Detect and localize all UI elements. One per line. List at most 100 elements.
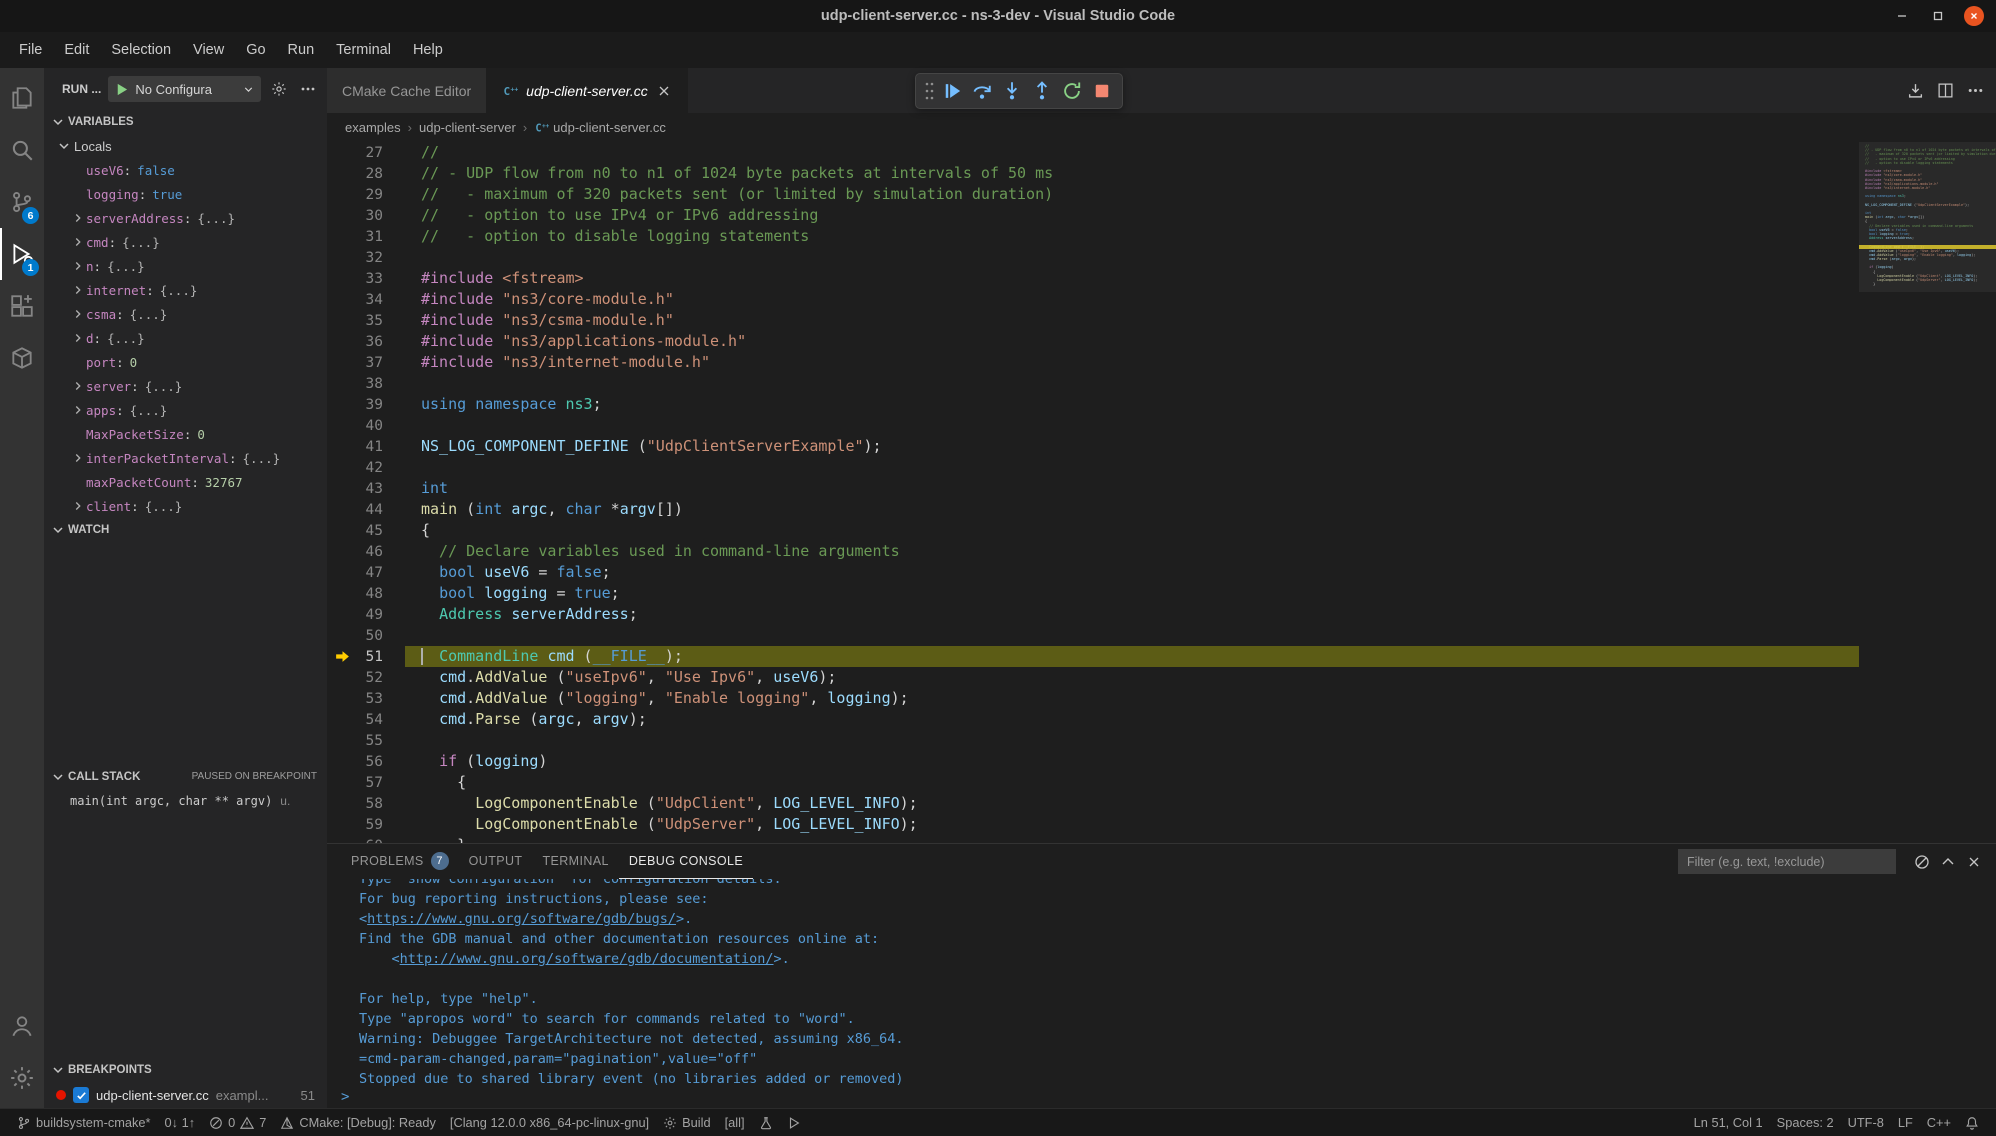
menu-edit[interactable]: Edit [53, 36, 100, 64]
breadcrumb-item[interactable]: examples [345, 120, 401, 135]
status-cursor-position[interactable]: Ln 51, Col 1 [1687, 1109, 1770, 1136]
close-icon[interactable] [656, 83, 672, 99]
debug-step-into-button[interactable] [997, 76, 1027, 106]
status-cmake-launch[interactable] [780, 1109, 808, 1136]
run-more-actions-icon[interactable] [297, 78, 319, 100]
variable-row[interactable]: cmd:{...} [44, 230, 327, 254]
menu-view[interactable]: View [182, 36, 235, 64]
panel-tab-terminal[interactable]: TERMINAL [532, 844, 618, 879]
code-line-text[interactable]: NS_LOG_COMPONENT_DEFINE ("UdpClientServe… [405, 436, 1996, 457]
code-line-text[interactable] [405, 625, 1996, 646]
line-gutter[interactable]: 35 [327, 310, 405, 331]
breakpoint-checkbox[interactable] [73, 1087, 89, 1103]
callstack-section-header[interactable]: CALL STACK PAUSED ON BREAKPOINT [44, 765, 327, 789]
line-gutter[interactable]: 36 [327, 331, 405, 352]
breakpoints-section-header[interactable]: BREAKPOINTS [44, 1058, 327, 1082]
more-actions-icon[interactable] [1967, 82, 1984, 99]
code-line-text[interactable]: cmd.AddValue ("useIpv6", "Use Ipv6", use… [405, 667, 1996, 688]
watch-section-header[interactable]: WATCH [44, 518, 327, 542]
line-gutter[interactable]: 48 [327, 583, 405, 604]
line-gutter[interactable]: 46 [327, 541, 405, 562]
start-debug-icon[interactable] [114, 82, 129, 97]
debug-continue-button[interactable] [937, 76, 967, 106]
activity-manage[interactable] [0, 1052, 44, 1104]
scope-locals[interactable]: Locals [44, 134, 327, 158]
callstack-frame[interactable]: main(int argc, char ** argv) u. [44, 789, 327, 813]
status-notifications[interactable] [1958, 1109, 1986, 1136]
line-gutter[interactable]: 56 [327, 751, 405, 772]
menu-selection[interactable]: Selection [100, 36, 182, 64]
grip-icon[interactable] [921, 76, 937, 106]
code-line-text[interactable]: // Declare variables used in command-lin… [405, 541, 1996, 562]
breadcrumb-file[interactable]: C++udp-client-server.cc [534, 120, 666, 135]
code-line-text[interactable]: #include <fstream> [405, 268, 1996, 289]
activity-explorer[interactable] [0, 72, 44, 124]
close-icon[interactable] [1966, 854, 1982, 870]
status-cmake-build[interactable]: Build [656, 1109, 717, 1136]
code-line-text[interactable]: Address serverAddress; [405, 604, 1996, 625]
variable-row[interactable]: n:{...} [44, 254, 327, 278]
console-filter-input[interactable] [1678, 849, 1896, 874]
line-gutter[interactable]: 49 [327, 604, 405, 625]
debug-step-over-button[interactable] [967, 76, 997, 106]
code-line-text[interactable]: // [405, 142, 1996, 163]
menu-go[interactable]: Go [235, 36, 276, 64]
download-icon[interactable] [1907, 82, 1924, 99]
status-cmake-target[interactable]: [all] [718, 1109, 752, 1136]
code-line-text[interactable]: #include "ns3/applications-module.h" [405, 331, 1996, 352]
line-gutter[interactable]: 47 [327, 562, 405, 583]
status-problems[interactable]: 07 [202, 1109, 273, 1136]
breadcrumb-item[interactable]: udp-client-server [419, 120, 516, 135]
variable-row[interactable]: client:{...} [44, 494, 327, 518]
variable-row[interactable]: MaxPacketSize:0 [44, 422, 327, 446]
maximize-icon[interactable] [1928, 6, 1948, 26]
line-gutter[interactable]: 31 [327, 226, 405, 247]
menu-run[interactable]: Run [277, 36, 326, 64]
status-cmake-test[interactable] [752, 1109, 780, 1136]
status-cmake-status[interactable]: CMake: [Debug]: Ready [273, 1109, 443, 1136]
variable-row[interactable]: interPacketInterval:{...} [44, 446, 327, 470]
status-language-mode[interactable]: C++ [1920, 1109, 1958, 1136]
code-line-text[interactable]: } [405, 835, 1996, 843]
line-gutter[interactable]: 57 [327, 772, 405, 793]
variable-row[interactable]: port:0 [44, 350, 327, 374]
line-gutter[interactable]: 41 [327, 436, 405, 457]
debug-step-out-button[interactable] [1027, 76, 1057, 106]
line-gutter[interactable]: 58 [327, 793, 405, 814]
status-encoding[interactable]: UTF-8 [1841, 1109, 1891, 1136]
code-line-text[interactable]: // - option to use IPv4 or IPv6 addressi… [405, 205, 1996, 226]
activity-run-and-debug[interactable]: 1 [0, 228, 44, 280]
code-line-text[interactable]: #include "ns3/csma-module.h" [405, 310, 1996, 331]
variable-row[interactable]: d:{...} [44, 326, 327, 350]
code-line-text[interactable]: // - UDP flow from n0 to n1 of 1024 byte… [405, 163, 1996, 184]
code-line-text[interactable]: main (int argc, char *argv[]) [405, 499, 1996, 520]
panel-tab-output[interactable]: OUTPUT [459, 844, 533, 879]
menu-terminal[interactable]: Terminal [325, 36, 402, 64]
line-gutter[interactable]: 50 [327, 625, 405, 646]
line-gutter[interactable]: 60 [327, 835, 405, 843]
status-cmake-kit[interactable]: [Clang 12.0.0 x86_64-pc-linux-gnu] [443, 1109, 656, 1136]
code-line-text[interactable]: LogComponentEnable ("UdpServer", LOG_LEV… [405, 814, 1996, 835]
console-link[interactable]: http://www.gnu.org/software/gdb/document… [400, 951, 774, 967]
code-line-text[interactable]: { [405, 772, 1996, 793]
line-gutter[interactable]: 55 [327, 730, 405, 751]
split-editor-icon[interactable] [1937, 82, 1954, 99]
variable-row[interactable]: useV6:false [44, 158, 327, 182]
code-line-text[interactable]: // - option to disable logging statement… [405, 226, 1996, 247]
variable-row[interactable]: apps:{...} [44, 398, 327, 422]
line-gutter[interactable]: 40 [327, 415, 405, 436]
menu-file[interactable]: File [8, 36, 53, 64]
code-line-text[interactable] [405, 247, 1996, 268]
variable-row[interactable]: server:{...} [44, 374, 327, 398]
line-gutter[interactable]: 59 [327, 814, 405, 835]
line-gutter[interactable]: 29 [327, 184, 405, 205]
debug-config-dropdown[interactable]: No Configura [108, 76, 261, 102]
variable-row[interactable]: internet:{...} [44, 278, 327, 302]
line-gutter[interactable]: 28 [327, 163, 405, 184]
chevron-up-icon[interactable] [1940, 854, 1956, 870]
code-line-text[interactable]: LogComponentEnable ("UdpClient", LOG_LEV… [405, 793, 1996, 814]
code-line-text[interactable] [405, 730, 1996, 751]
debug-stop-button[interactable] [1087, 76, 1117, 106]
breakpoint-row[interactable]: udp-client-server.cc exampl... 51 [44, 1082, 327, 1108]
line-gutter[interactable]: 54 [327, 709, 405, 730]
